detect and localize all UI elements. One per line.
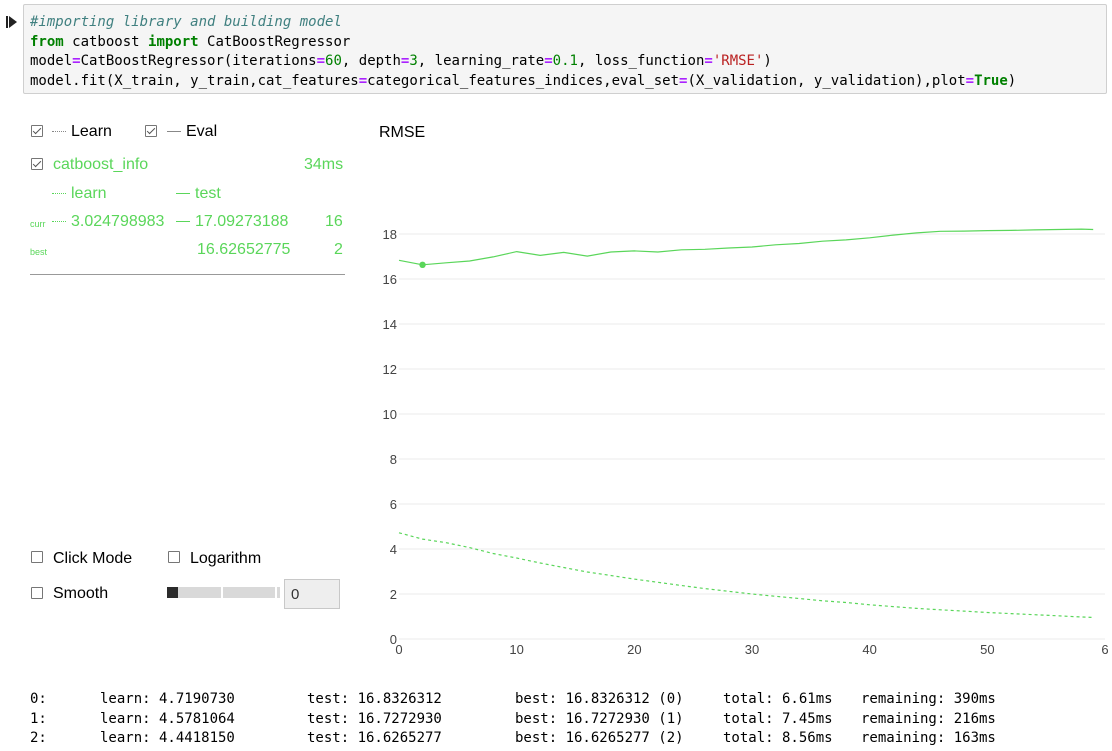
log-iter: 2: (30, 730, 47, 746)
log-learn: learn: 4.7190730 (100, 691, 235, 707)
log-iter: 0: (30, 691, 47, 707)
log-remaining: remaining: 163ms (861, 730, 996, 746)
log-test: test: 16.7272930 (307, 710, 442, 727)
x-tick-label: 30 (745, 642, 759, 657)
log-learn: learn: 4.5781064 (100, 710, 235, 727)
x-tick-label: 6 (1101, 642, 1108, 657)
y-tick-label: 8 (390, 452, 397, 467)
y-tick-label: 6 (390, 497, 397, 512)
log-total: total: 6.61ms (723, 691, 833, 707)
log-best: best: 16.6265277 (2) (515, 730, 684, 746)
x-tick-label: 50 (980, 642, 994, 657)
log-test: test: 16.6265277 (307, 730, 442, 746)
y-tick-label: 14 (383, 317, 397, 332)
series-learn-line (398, 532, 1094, 618)
log-best: best: 16.8326312 (0) (515, 691, 684, 707)
x-tick-label: 40 (862, 642, 876, 657)
x-tick-label: 20 (627, 642, 641, 657)
y-tick-label: 2 (390, 587, 397, 602)
log-remaining: remaining: 390ms (861, 691, 996, 707)
rmse-chart[interactable]: 0246810121416180 10 20 30 40 50 6 (0, 0, 1112, 680)
best-point-marker (419, 261, 426, 269)
y-tick-label: 10 (383, 407, 397, 422)
y-tick-label: 16 (383, 272, 397, 287)
y-tick-label: 12 (383, 362, 397, 377)
log-remaining: remaining: 216ms (861, 710, 996, 727)
log-learn: learn: 4.4418150 (100, 730, 235, 746)
x-tick-label: 10 (509, 642, 523, 657)
log-iter: 1: (30, 710, 47, 727)
log-total: total: 8.56ms (723, 730, 833, 746)
y-tick-label: 18 (383, 227, 397, 242)
log-test: test: 16.8326312 (307, 691, 442, 707)
x-tick-label: 0 (395, 642, 402, 657)
log-total: total: 7.45ms (723, 710, 833, 727)
log-best: best: 16.7272930 (1) (515, 710, 684, 727)
y-tick-label: 4 (390, 542, 397, 557)
